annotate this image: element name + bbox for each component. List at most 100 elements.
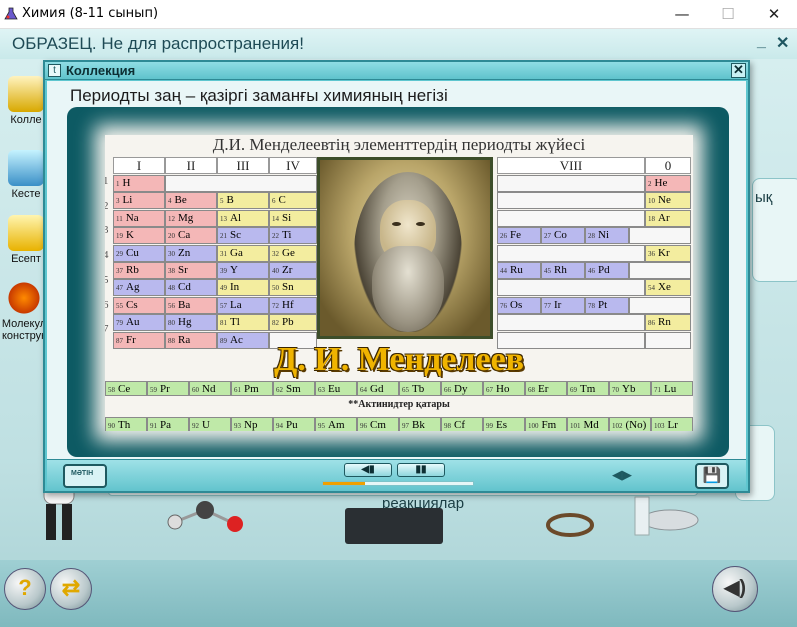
atomic-number: 50	[272, 284, 279, 293]
element-symbol: Sc	[230, 229, 241, 242]
element-mg: 12 Mg	[165, 209, 217, 227]
atomic-number: 100	[528, 422, 539, 430]
atomic-number: 20	[168, 232, 175, 241]
maximize-button[interactable]: ☐	[705, 0, 751, 29]
sidebar-item-collection[interactable]: Колле	[4, 76, 48, 126]
element-symbol: Ce	[118, 383, 131, 395]
navigation-button[interactable]: ⇄	[50, 568, 92, 610]
element-symbol: Ti	[282, 229, 292, 242]
element-pa: 91 Pa	[147, 417, 189, 431]
atomic-number: 32	[272, 249, 279, 258]
lanthanides-row: 58 Ce 59 Pr 60 Nd 61 Pm 62 Sm 63 Eu 64 Gd 65 Tb 66 Dy 67 Ho…	[105, 381, 693, 396]
element-si: 14 Si	[269, 209, 317, 227]
element-symbol: Cu	[126, 246, 139, 259]
dialog-titlebar: t Коллекция ✕	[45, 62, 748, 80]
element-symbol: Cf	[454, 419, 465, 431]
element-symbol: In	[230, 281, 240, 294]
pause-button[interactable]: ▮▮	[397, 463, 445, 477]
app-minimize-button[interactable]: _	[757, 33, 766, 51]
element-zn: 30 Zn	[165, 244, 217, 262]
element-symbol: Pu	[286, 419, 298, 431]
atomic-number: 31	[220, 249, 227, 258]
speaker-icon: ◀)	[723, 577, 747, 599]
element-cd: 48 Cd	[165, 279, 217, 297]
element-symbol: Cd	[178, 281, 191, 294]
atomic-number: 29	[116, 249, 123, 258]
sidebar-item-calculator[interactable]: Есепт	[4, 215, 48, 265]
atomic-number: 68	[528, 386, 535, 394]
atomic-number: 93	[234, 422, 241, 430]
atomic-number: 97	[402, 422, 409, 430]
element-pb: 82 Pb	[269, 314, 317, 332]
element-sc: 21 Sc	[217, 227, 269, 245]
element-be: 4 Be	[165, 192, 217, 210]
previous-button[interactable]: ◀▮	[344, 463, 392, 477]
element-symbol: Be	[174, 194, 187, 207]
atomic-number: 78	[588, 301, 595, 310]
sidebar-item-label: Колле	[10, 114, 42, 126]
atomic-number: 12	[168, 214, 175, 223]
atomic-number: 58	[108, 386, 115, 394]
atomic-number: 95	[318, 422, 325, 430]
element-symbol: Cm	[370, 419, 386, 431]
element-hf: 72 Hf	[269, 296, 317, 314]
atomic-number: 72	[272, 301, 279, 310]
element-symbol: Pt	[598, 298, 608, 311]
atomic-number: 63	[318, 386, 325, 394]
dialog-toolbar: МӘТІН ◀▮ ▮▮ ◀▶ 💾	[47, 459, 746, 491]
atomic-number: 3	[116, 197, 120, 206]
period-label: 1	[105, 175, 109, 187]
element-symbol: Pd	[598, 264, 610, 276]
sidebar-item-table[interactable]: Кесте	[4, 150, 48, 200]
atomic-number: 13	[220, 214, 227, 223]
atomic-number: 19	[116, 232, 123, 241]
atomic-number: 22	[272, 232, 279, 241]
text-button[interactable]: МӘТІН	[63, 464, 107, 488]
sound-button[interactable]: ◀)	[712, 566, 758, 612]
element-symbol: Al	[230, 211, 241, 224]
element-symbol: Ne	[658, 194, 671, 207]
atomic-number: 37	[116, 267, 123, 275]
element-symbol: Lr	[667, 419, 678, 431]
element-symbol: Ca	[178, 229, 191, 242]
period-label: 6	[105, 298, 109, 311]
background-panel[interactable]: ық	[752, 178, 797, 282]
element-symbol: Os	[510, 298, 523, 311]
group-header: VIII	[497, 157, 645, 174]
playback-progress[interactable]	[322, 481, 474, 486]
element-symbol: Np	[244, 419, 258, 431]
minimize-button[interactable]: —	[659, 0, 705, 29]
element-symbol: Zn	[178, 246, 191, 259]
save-button[interactable]: 💾	[695, 463, 729, 489]
element-symbol: Bk	[412, 419, 425, 431]
element-symbol: Na	[125, 211, 139, 224]
dialog-close-button[interactable]: ✕	[731, 63, 746, 78]
periodic-table-heading: Д.И. Менделеевтің элементтердің периодты…	[212, 135, 586, 154]
element-ni: 28 Ni	[585, 227, 629, 245]
element-empty	[497, 192, 645, 210]
dialog-title: Коллекция	[66, 63, 136, 78]
app-close-button[interactable]: ✕	[776, 33, 789, 53]
atomic-number: 101	[570, 422, 581, 430]
atomic-number: 2	[648, 180, 652, 188]
close-button[interactable]: ✕	[751, 0, 797, 29]
element-in: 49 In	[217, 279, 269, 297]
element-symbol: La	[230, 298, 242, 311]
element-sm: 62 Sm	[273, 381, 315, 396]
group-header: II	[165, 157, 217, 174]
element-symbol: Ga	[230, 246, 243, 259]
sidebar-item-molecule[interactable]: Молекул конструк	[0, 280, 48, 342]
element-symbol: Ho	[496, 383, 510, 395]
save-icon: 💾	[702, 467, 722, 484]
background-panel-label: ық	[755, 189, 773, 206]
atomic-number: 81	[220, 319, 227, 328]
atomic-number: 57	[220, 301, 227, 310]
atomic-number: 55	[116, 301, 123, 310]
help-button[interactable]: ?	[4, 568, 46, 610]
slide-nav-arrows[interactable]: ◀▶	[612, 467, 632, 483]
atomic-number: 26	[500, 232, 507, 241]
element-k: 19 K	[113, 227, 165, 245]
element-empty	[629, 296, 691, 314]
element-pd: 46 Pd	[585, 262, 629, 279]
atomic-number: 56	[168, 301, 175, 310]
